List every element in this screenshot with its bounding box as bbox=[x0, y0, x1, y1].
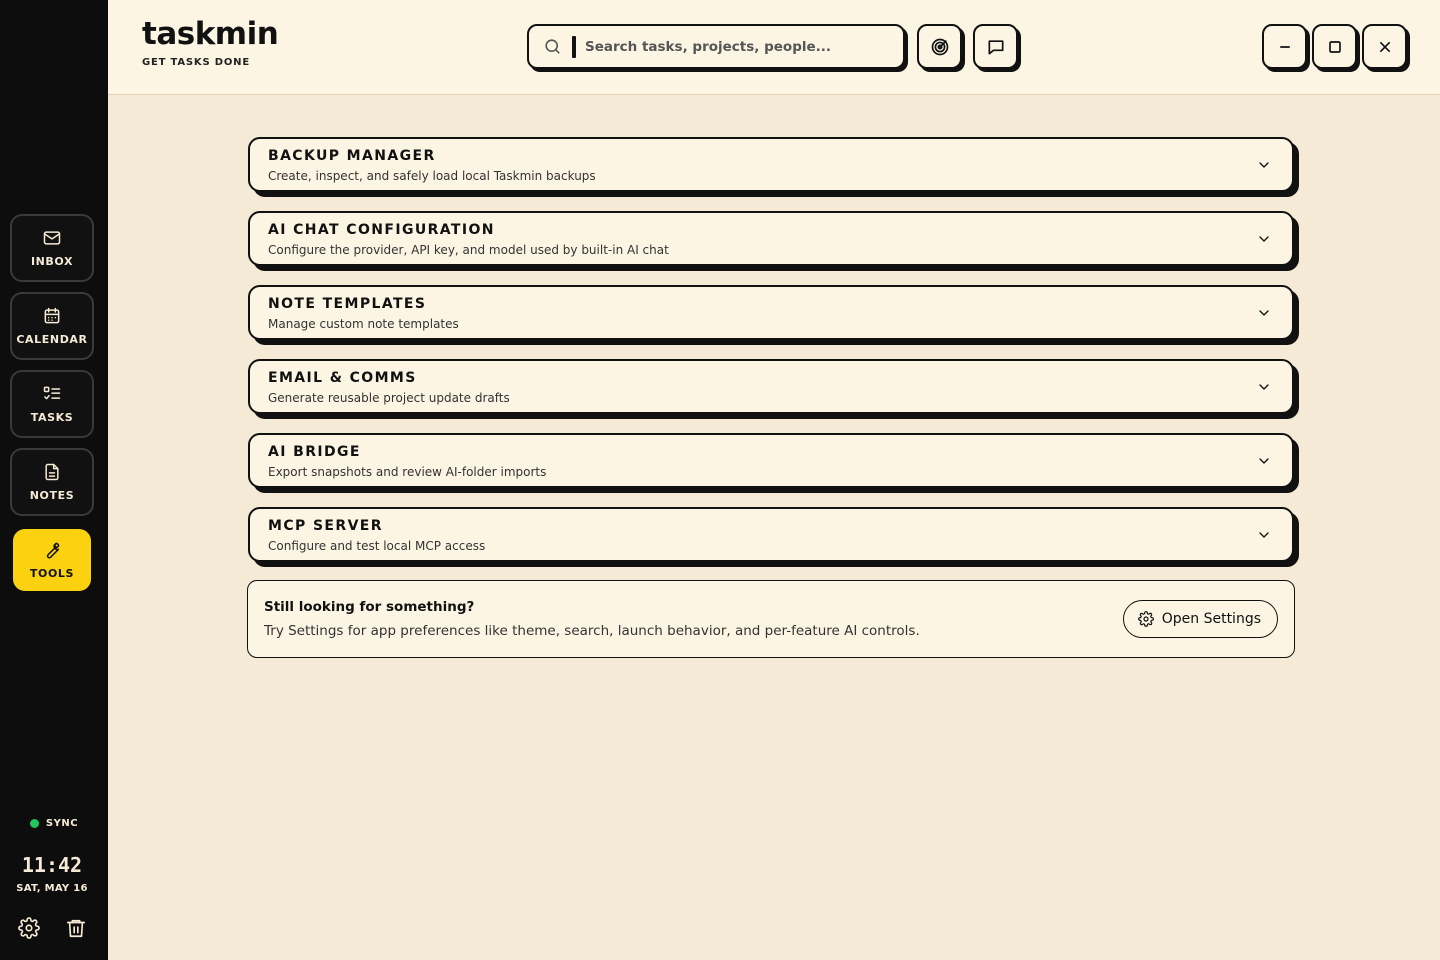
maximize-icon bbox=[1328, 40, 1341, 53]
open-settings-button[interactable]: Open Settings bbox=[1122, 600, 1278, 638]
chevron-down-icon bbox=[1256, 231, 1272, 247]
sidebar-item-notes[interactable]: NOTES bbox=[10, 448, 94, 516]
tool-description: Configure and test local MCP access bbox=[268, 539, 486, 553]
sidebar-item-label: TASKS bbox=[30, 411, 74, 424]
sidebar-item-tasks[interactable]: TASKS bbox=[10, 370, 94, 438]
wrench-icon bbox=[46, 542, 60, 559]
tool-title: NOTE TEMPLATES bbox=[268, 296, 427, 312]
gear-icon bbox=[1137, 611, 1154, 627]
sidebar-item-label: INBOX bbox=[30, 255, 74, 268]
sidebar-item-label: TOOLS bbox=[29, 567, 75, 580]
clock-time: 11:42 bbox=[21, 853, 83, 877]
search-bar[interactable] bbox=[527, 24, 905, 69]
tool-title: MCP SERVER bbox=[268, 518, 383, 534]
chevron-down-icon bbox=[1256, 527, 1272, 543]
trash-button[interactable] bbox=[65, 917, 87, 939]
chevron-down-icon bbox=[1256, 453, 1272, 469]
open-settings-label: Open Settings bbox=[1161, 611, 1261, 627]
sync-status: SYNC bbox=[0, 818, 108, 829]
sync-label: SYNC bbox=[45, 818, 79, 829]
app-tagline: GET TASKS DONE bbox=[142, 57, 250, 68]
gear-icon bbox=[18, 917, 40, 939]
focus-radar-button[interactable] bbox=[917, 24, 962, 69]
app-title: taskmin bbox=[142, 16, 279, 52]
chevron-down-icon bbox=[1256, 305, 1272, 321]
radar-icon bbox=[931, 38, 948, 55]
sidebar-item-label: CALENDAR bbox=[16, 333, 88, 346]
sidebar-item-label: NOTES bbox=[29, 489, 75, 502]
ai-chat-button[interactable] bbox=[973, 24, 1018, 69]
window-maximize-button[interactable] bbox=[1312, 24, 1357, 69]
chevron-down-icon bbox=[1256, 379, 1272, 395]
settings-button[interactable] bbox=[18, 917, 40, 939]
tool-email-comms[interactable]: EMAIL & COMMS Generate reusable project … bbox=[248, 359, 1294, 414]
calendar-icon bbox=[44, 307, 60, 324]
document-icon bbox=[45, 463, 59, 481]
sidebar-item-tools[interactable]: TOOLS bbox=[13, 529, 91, 591]
tool-title: BACKUP MANAGER bbox=[268, 148, 436, 164]
tool-title: AI BRIDGE bbox=[268, 444, 361, 460]
hint-title: Still looking for something? bbox=[264, 599, 475, 615]
hint-body: Try Settings for app preferences like th… bbox=[264, 623, 920, 639]
chat-bubble-icon bbox=[988, 39, 1003, 55]
search-icon bbox=[545, 39, 560, 54]
tool-note-templates[interactable]: NOTE TEMPLATES Manage custom note templa… bbox=[248, 285, 1294, 340]
sidebar-item-calendar[interactable]: CALENDAR bbox=[10, 292, 94, 360]
search-input[interactable] bbox=[585, 38, 885, 55]
minimize-icon bbox=[1279, 45, 1290, 48]
tool-description: Create, inspect, and safely load local T… bbox=[268, 169, 596, 183]
task-list-icon bbox=[43, 386, 61, 400]
tool-title: EMAIL & COMMS bbox=[268, 370, 417, 386]
window-minimize-button[interactable] bbox=[1262, 24, 1307, 69]
mail-icon bbox=[43, 231, 61, 245]
sync-dot bbox=[29, 819, 39, 828]
trash-icon bbox=[66, 919, 86, 938]
chevron-down-icon bbox=[1256, 157, 1272, 173]
tool-description: Configure the provider, API key, and mod… bbox=[268, 243, 669, 257]
close-icon bbox=[1379, 41, 1390, 52]
clock-date: SAT, MAY 16 bbox=[16, 883, 88, 894]
tool-description: Generate reusable project update drafts bbox=[268, 391, 510, 405]
settings-hint-card: Still looking for something? Try Setting… bbox=[247, 580, 1295, 658]
tool-ai-chat-configuration[interactable]: AI CHAT CONFIGURATION Configure the prov… bbox=[248, 211, 1294, 266]
tool-ai-bridge[interactable]: AI BRIDGE Export snapshots and review AI… bbox=[248, 433, 1294, 488]
tool-title: AI CHAT CONFIGURATION bbox=[268, 222, 495, 238]
tool-mcp-server[interactable]: MCP SERVER Configure and test local MCP … bbox=[248, 507, 1294, 562]
sidebar-item-inbox[interactable]: INBOX bbox=[10, 214, 94, 282]
search-caret bbox=[572, 35, 576, 58]
tool-description: Manage custom note templates bbox=[268, 317, 459, 331]
tool-backup-manager[interactable]: BACKUP MANAGER Create, inspect, and safe… bbox=[248, 137, 1294, 192]
sidebar: INBOX CALENDAR TASKS NOTES TOOLS SYNC 11… bbox=[0, 0, 108, 960]
window-close-button[interactable] bbox=[1362, 24, 1407, 69]
app-header: taskmin GET TASKS DONE bbox=[108, 0, 1440, 95]
tool-description: Export snapshots and review AI-folder im… bbox=[268, 465, 547, 479]
